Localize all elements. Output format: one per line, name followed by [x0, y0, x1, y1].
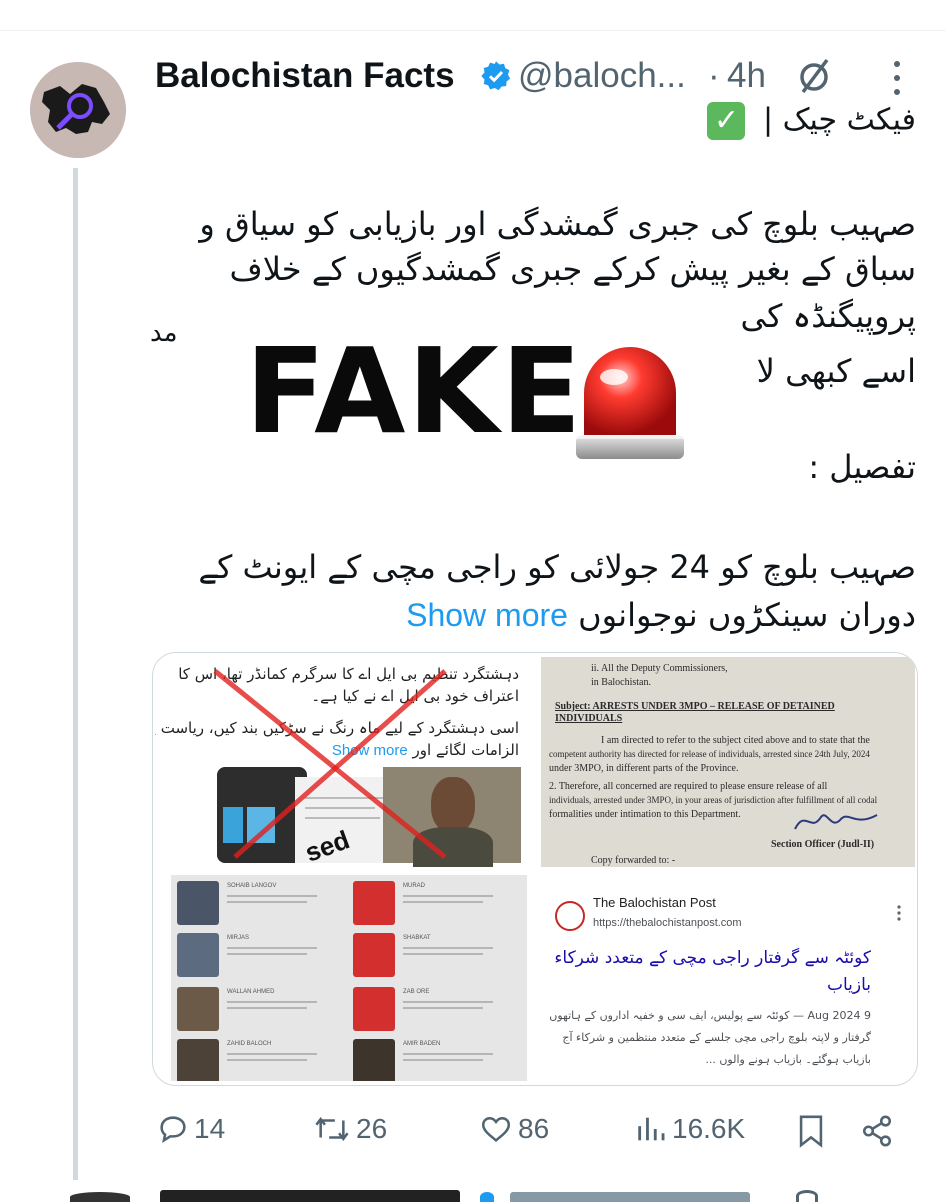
red-x-mark-icon — [213, 669, 447, 859]
post-body-line-7: دوران سینکڑوں نوجوانوں Show more — [406, 596, 916, 634]
person-card: AMIR BADEN — [351, 1037, 513, 1081]
search-result-snippet-3: بازیاب ہوگئے۔ بازیاب ہونے والوں ... — [705, 1053, 871, 1066]
img2-line-9: individuals, arrested under 3MPO, in you… — [549, 795, 878, 805]
search-result-snippet-2: گرفتار و لاپتہ بلوچ راجی مچی جلسے کے متع… — [562, 1031, 871, 1044]
views-icon — [638, 1117, 665, 1141]
post-body-line-2: سباق کے بغیر پیش کرکے جبری گمشدگیوں کے خ… — [229, 250, 916, 288]
person-card: SOHAIB LANGOV — [175, 879, 337, 927]
avatar[interactable] — [30, 62, 126, 158]
post-time[interactable]: 4h — [727, 56, 766, 96]
media-image-2[interactable]: ii. All the Deputy Commissioners, in Bal… — [541, 657, 915, 867]
img2-line-2: in Balochistan. — [591, 677, 651, 688]
person-placeholder — [353, 933, 395, 977]
author-name[interactable]: Balochistan Facts — [155, 56, 455, 96]
img2-line-1: ii. All the Deputy Commissioners, — [591, 663, 728, 674]
post-body-line-1: صہیب بلوچ کی جبری گمشدگی اور بازیابی کو … — [199, 205, 916, 243]
reply-button[interactable]: 14 — [156, 1112, 225, 1146]
verified-badge-icon — [481, 61, 511, 91]
media-image-3[interactable]: SOHAIB LANGOV MURAD MIRJAS SHABKAT WALLA… — [171, 875, 527, 1081]
post-body-line-6: صہیب بلوچ کو 24 جولائی کو راجی مچی کے ای… — [198, 548, 916, 586]
img2-line-12: Copy forwarded to: - — [591, 855, 676, 866]
repost-icon — [315, 1116, 349, 1142]
img2-line-4: INDIVIDUALS — [555, 713, 623, 724]
person-name: AMIR BADEN — [403, 1041, 441, 1047]
img2-line-11: Section Officer (Judl-II) — [771, 839, 875, 850]
author-handle[interactable]: @baloch... — [518, 56, 686, 96]
person-name: ZAB ORE — [403, 989, 430, 995]
share-icon[interactable] — [860, 1114, 894, 1148]
like-count: 86 — [518, 1113, 550, 1144]
media-image-1[interactable]: دہشتگرد تنظیم بی ایل اے کا سرگرم کمانڈر … — [155, 657, 531, 867]
signature-icon — [794, 814, 878, 830]
person-photo — [177, 987, 219, 1031]
fact-check-tag: فیکٹ چیک | ✓ — [707, 102, 916, 140]
media-grid[interactable]: دہشتگرد تنظیم بی ایل اے کا سرگرم کمانڈر … — [152, 652, 918, 1086]
search-result-headline-2: بازیاب — [826, 975, 871, 995]
fake-overlay-text: FAKE — [245, 322, 584, 460]
person-photo — [177, 881, 219, 925]
img2-line-3: Subject: ARRESTS UNDER 3MPO – RELEASE OF… — [555, 701, 835, 712]
action-bar: 14 26 86 16.6K — [0, 1112, 946, 1152]
img2-line-10: formalities under intimation to this Dep… — [549, 809, 741, 820]
post-body-line-4: اسے کبھی لا — [756, 352, 916, 390]
img2-line-8: 2. Therefore, all concerned are required… — [549, 781, 828, 792]
person-card: MIRJAS — [175, 931, 337, 979]
search-result-site: The Balochistan Post — [593, 895, 716, 910]
balochistan-post-logo-icon — [555, 901, 585, 931]
grok-icon[interactable] — [797, 58, 831, 94]
fact-check-label: فیکٹ چیک | — [762, 102, 916, 138]
like-icon — [481, 1116, 511, 1142]
post-body-line-3: پروپیگنڈہ کی — [740, 297, 916, 335]
post-body-line-5: تفصیل : — [808, 448, 916, 486]
person-name: MIRJAS — [227, 935, 250, 941]
like-button[interactable]: 86 — [478, 1112, 549, 1146]
bookmark-icon[interactable] — [796, 1114, 826, 1148]
person-card: WALLAN AHMED — [175, 985, 337, 1033]
person-card: SHABKAT — [351, 931, 513, 979]
person-card: ZAB ORE — [351, 985, 513, 1033]
person-card: MURAD — [351, 879, 513, 927]
person-name: WALLAN AHMED — [227, 989, 275, 995]
person-photo — [177, 1039, 219, 1081]
more-options-icon[interactable] — [893, 60, 901, 96]
person-name: SOHAIB LANGOV — [227, 883, 277, 889]
views-count: 16.6K — [672, 1113, 746, 1144]
img2-line-7: under 3MPO, in different parts of the Pr… — [549, 763, 739, 774]
thread-line — [73, 168, 78, 1180]
person-placeholder — [353, 987, 395, 1031]
check-mark-icon: ✓ — [707, 102, 746, 140]
person-name: ZAHID BALOCH — [227, 1041, 272, 1047]
views-button[interactable]: 16.6K — [634, 1112, 745, 1146]
person-name: SHABKAT — [403, 935, 431, 941]
header-separator: · — [708, 56, 720, 95]
result-more-icon — [897, 905, 901, 921]
media-image-4[interactable]: The Balochistan Post https://thebalochis… — [541, 875, 915, 1081]
person-photo — [177, 933, 219, 977]
person-photo — [353, 1039, 395, 1081]
siren-icon — [576, 347, 684, 459]
img2-line-6: competent authority has directed for rel… — [549, 749, 870, 759]
reply-count: 14 — [194, 1113, 226, 1144]
repost-button[interactable]: 26 — [312, 1112, 387, 1146]
post-body-line-7-text: دوران سینکڑوں نوجوانوں — [578, 596, 916, 634]
repost-count: 26 — [356, 1113, 388, 1144]
search-result-headline: کوئٹہ سے گرفتار راجی مچی کے متعدد شرکاء — [554, 948, 871, 968]
show-more-link[interactable]: Show more — [406, 597, 568, 633]
person-name: MURAD — [403, 883, 425, 889]
top-divider — [0, 30, 946, 31]
person-placeholder — [353, 881, 395, 925]
person-card: ZAHID BALOCH — [175, 1037, 337, 1081]
search-result-snippet-1: 9 Aug 2024 — کوئٹہ سے پولیس، ایف سی و خف… — [549, 1009, 871, 1022]
post-body-fragment: مد — [150, 318, 178, 348]
reply-icon — [160, 1116, 186, 1144]
img2-line-5: I am directed to refer to the subject ci… — [601, 735, 870, 746]
search-result-url: https://thebalochistanpost.com — [593, 917, 742, 929]
